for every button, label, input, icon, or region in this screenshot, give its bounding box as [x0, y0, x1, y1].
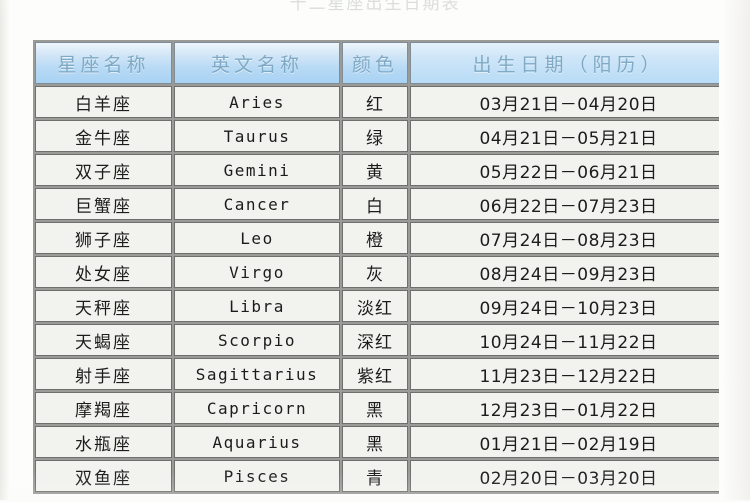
cell-english-name: Virgo	[174, 256, 340, 288]
cell-birth-date: 10月24日－11月22日	[410, 324, 719, 356]
table-row: 双鱼座 Pisces 青 02月20日－03月20日	[35, 460, 719, 492]
cell-birth-date: 11月23日－12月22日	[410, 358, 719, 390]
cell-birth-date: 07月24日－08月23日	[410, 222, 719, 254]
cell-color: 黑	[342, 392, 408, 424]
cell-zodiac-name: 天蝎座	[35, 324, 172, 356]
table-row: 天秤座 Libra 淡红 09月24日－10月23日	[35, 290, 719, 322]
table-row: 处女座 Virgo 灰 08月24日－09月23日	[35, 256, 719, 288]
table-header: 星座名称 英文名称 颜色 出生日期（阳历）	[35, 42, 719, 84]
cell-english-name: Capricorn	[174, 392, 340, 424]
column-header-color: 颜色	[342, 42, 408, 84]
cell-zodiac-name: 水瓶座	[35, 426, 172, 458]
cell-english-name: Pisces	[174, 460, 340, 492]
cell-birth-date: 03月21日－04月20日	[410, 86, 719, 118]
cell-color: 绿	[342, 120, 408, 152]
cell-english-name: Gemini	[174, 154, 340, 186]
cell-zodiac-name: 金牛座	[35, 120, 172, 152]
cell-birth-date: 09月24日－10月23日	[410, 290, 719, 322]
table-row: 天蝎座 Scorpio 深红 10月24日－11月22日	[35, 324, 719, 356]
cell-zodiac-name: 射手座	[35, 358, 172, 390]
cell-birth-date: 04月21日－05月21日	[410, 120, 719, 152]
cell-color: 深红	[342, 324, 408, 356]
table-row: 狮子座 Leo 橙 07月24日－08月23日	[35, 222, 719, 254]
cell-birth-date: 02月20日－03月20日	[410, 460, 719, 492]
table-body: 白羊座 Aries 红 03月21日－04月20日 金牛座 Taurus 绿 04月21日－0…	[35, 86, 719, 492]
cell-zodiac-name: 白羊座	[35, 86, 172, 118]
table-row: 白羊座 Aries 红 03月21日－04月20日	[35, 86, 719, 118]
cell-zodiac-name: 巨蟹座	[35, 188, 172, 220]
table-row: 双子座 Gemini 黄 05月22日－06月21日	[35, 154, 719, 186]
cell-english-name: Libra	[174, 290, 340, 322]
table-row: 射手座 Sagittarius 紫红 11月23日－12月22日	[35, 358, 719, 390]
cell-english-name: Aquarius	[174, 426, 340, 458]
cell-birth-date: 01月21日－02月19日	[410, 426, 719, 458]
column-header-birth-date: 出生日期（阳历）	[410, 42, 719, 84]
cell-color: 淡红	[342, 290, 408, 322]
zodiac-table: 星座名称 英文名称 颜色 出生日期（阳历） 白羊座 Aries 红 03月21日－04…	[33, 40, 719, 494]
cell-birth-date: 08月24日－09月23日	[410, 256, 719, 288]
table-row: 摩羯座 Capricorn 黑 12月23日－01月22日	[35, 392, 719, 424]
cell-zodiac-name: 双鱼座	[35, 460, 172, 492]
cell-color: 橙	[342, 222, 408, 254]
cell-birth-date: 12月23日－01月22日	[410, 392, 719, 424]
column-header-english-name: 英文名称	[174, 42, 340, 84]
cell-zodiac-name: 摩羯座	[35, 392, 172, 424]
column-header-zodiac-name: 星座名称	[35, 42, 172, 84]
cell-color: 白	[342, 188, 408, 220]
cell-english-name: Leo	[174, 222, 340, 254]
cell-english-name: Sagittarius	[174, 358, 340, 390]
cell-birth-date: 05月22日－06月21日	[410, 154, 719, 186]
clipped-caption-strip: 十二星座出生日期表	[0, 0, 750, 20]
cell-english-name: Cancer	[174, 188, 340, 220]
cell-english-name: Scorpio	[174, 324, 340, 356]
table-row: 水瓶座 Aquarius 黑 01月21日－02月19日	[35, 426, 719, 458]
cell-color: 灰	[342, 256, 408, 288]
table-row: 巨蟹座 Cancer 白 06月22日－07月23日	[35, 188, 719, 220]
cell-english-name: Aries	[174, 86, 340, 118]
cell-color: 紫红	[342, 358, 408, 390]
cell-birth-date: 06月22日－07月23日	[410, 188, 719, 220]
cell-color: 青	[342, 460, 408, 492]
header-row: 星座名称 英文名称 颜色 出生日期（阳历）	[35, 42, 719, 84]
cell-color: 黑	[342, 426, 408, 458]
cell-zodiac-name: 双子座	[35, 154, 172, 186]
cell-zodiac-name: 天秤座	[35, 290, 172, 322]
cell-color: 红	[342, 86, 408, 118]
cell-zodiac-name: 狮子座	[35, 222, 172, 254]
table-row: 金牛座 Taurus 绿 04月21日－05月21日	[35, 120, 719, 152]
caption-text: 十二星座出生日期表	[289, 0, 461, 14]
cell-color: 黄	[342, 154, 408, 186]
zodiac-table-container: 星座名称 英文名称 颜色 出生日期（阳历） 白羊座 Aries 红 03月21日－04…	[33, 40, 719, 502]
cell-zodiac-name: 处女座	[35, 256, 172, 288]
cell-english-name: Taurus	[174, 120, 340, 152]
